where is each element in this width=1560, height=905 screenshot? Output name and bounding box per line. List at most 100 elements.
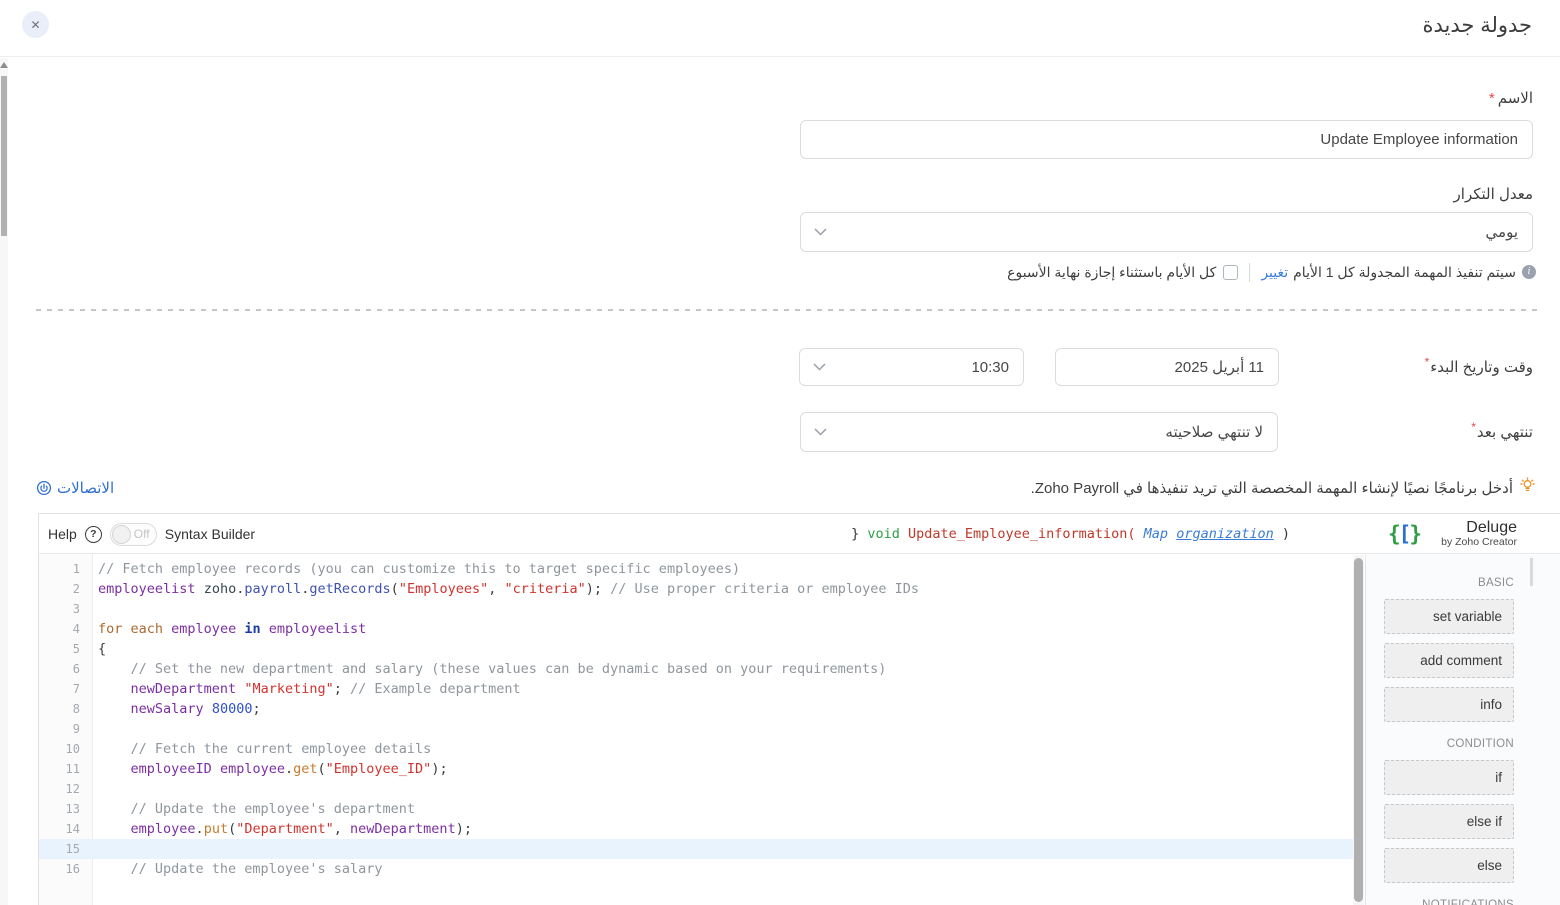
page-scrollbar-thumb[interactable]: [1, 76, 7, 236]
page-scrollbar[interactable]: [0, 58, 8, 905]
palette-button-info[interactable]: info: [1384, 687, 1514, 722]
repeat-info-row: سيتم تنفيذ المهمة المجدولة كل 1 الأيام ت…: [1007, 261, 1536, 283]
required-asterisk: *: [1425, 355, 1430, 369]
required-asterisk: *: [1471, 420, 1476, 434]
code-lines[interactable]: 1// Fetch employee records (you can cust…: [39, 559, 1353, 879]
code-line[interactable]: 14 employee.put("Department", newDepartm…: [39, 819, 1353, 839]
syntax-builder-label: Syntax Builder: [165, 526, 255, 542]
line-number: 7: [39, 679, 93, 699]
code-line[interactable]: 16 // Update the employee's salary: [39, 859, 1353, 879]
line-number: 5: [39, 639, 93, 659]
start-time-select[interactable]: 10:30: [799, 348, 1024, 386]
palette-button-add-comment[interactable]: add comment: [1384, 643, 1514, 678]
toggle-state-label: Off: [134, 527, 150, 541]
palette-sections: BASICset variableadd commentinfoCONDITIO…: [1384, 577, 1514, 905]
name-label: الاسم*: [1489, 89, 1533, 107]
code-line[interactable]: 9: [39, 719, 1353, 739]
deluge-editor-panel: Help Off Syntax Builder } void Update_Em…: [38, 513, 1560, 905]
connections-link[interactable]: الاتصالات: [36, 479, 114, 497]
page-title: جدولة جديدة: [1422, 13, 1532, 38]
palette-button-if[interactable]: if: [1384, 760, 1514, 795]
script-hint-text: أدخل برنامجًا نصيًا لإنشاء المهمة المخصص…: [1031, 479, 1513, 497]
section-divider: [36, 309, 1543, 311]
signature-param-link[interactable]: organization: [1176, 526, 1274, 542]
chevron-down-icon: [814, 228, 827, 236]
exclude-weekend-label: كل الأيام باستثناء إجازة نهاية الأسبوع: [1007, 264, 1216, 281]
line-number: 6: [39, 659, 93, 679]
help-label: Help: [48, 526, 77, 542]
scroll-up-arrow-icon[interactable]: [0, 62, 8, 68]
code-line[interactable]: 3: [39, 599, 1353, 619]
required-asterisk: *: [1489, 90, 1495, 107]
connections-label: الاتصالات: [57, 479, 114, 497]
line-number: 10: [39, 739, 93, 759]
help-question-icon[interactable]: [85, 526, 102, 543]
vertical-divider: [1249, 263, 1250, 282]
brand-byline: by Zoho Creator: [1441, 536, 1517, 548]
ends-select[interactable]: لا تنتهي صلاحيته: [800, 412, 1278, 452]
brand-name: Deluge: [1441, 519, 1517, 536]
code-line[interactable]: 4for each employee in employeelist: [39, 619, 1353, 639]
code-line[interactable]: 6 // Set the new department and salary (…: [39, 659, 1353, 679]
palette-button-set-variable[interactable]: set variable: [1384, 599, 1514, 634]
line-number: 4: [39, 619, 93, 639]
code-line[interactable]: 5{: [39, 639, 1353, 659]
exclude-weekend-checkbox[interactable]: [1223, 265, 1238, 280]
ends-value: لا تنتهي صلاحيته: [1165, 423, 1277, 441]
line-number: 15: [39, 839, 93, 859]
line-number: 2: [39, 579, 93, 599]
line-number: 16: [39, 859, 93, 879]
change-link[interactable]: تغيير: [1261, 264, 1288, 281]
new-schedule-dialog: جدولة جديدة الاسم* Update Employee infor…: [0, 0, 1560, 905]
chevron-down-icon: [813, 363, 826, 371]
start-label: وقت وتاريخ البدء*: [1425, 355, 1533, 376]
editor-header: Help Off Syntax Builder } void Update_Em…: [39, 514, 1560, 554]
ends-label: تنتهي بعد*: [1471, 420, 1533, 441]
name-input[interactable]: Update Employee information: [800, 120, 1533, 159]
script-hint-row: أدخل برنامجًا نصيًا لإنشاء المهمة المخصص…: [1031, 477, 1536, 498]
palette-section-title: BASIC: [1384, 577, 1514, 589]
repeat-info-text: سيتم تنفيذ المهمة المجدولة كل 1 الأيام: [1293, 264, 1516, 281]
code-line[interactable]: 1// Fetch employee records (you can cust…: [39, 559, 1353, 579]
code-line[interactable]: 7 newDepartment "Marketing"; // Example …: [39, 679, 1353, 699]
code-line[interactable]: 15: [39, 839, 1353, 859]
editor-body: 1// Fetch employee records (you can cust…: [39, 555, 1560, 905]
repeat-label: معدل التكرار: [1454, 185, 1533, 203]
editor-scrollbar[interactable]: [1353, 555, 1364, 905]
syntax-palette: BASICset variableadd commentinfoCONDITIO…: [1365, 555, 1560, 905]
deluge-brand: Deluge by Zoho Creator: [1441, 519, 1517, 548]
start-date-input[interactable]: 11 أبريل 2025: [1055, 348, 1279, 386]
code-line[interactable]: 13 // Update the employee's department: [39, 799, 1353, 819]
code-line[interactable]: 11 employeeID employee.get("Employee_ID"…: [39, 759, 1353, 779]
name-value: Update Employee information: [1320, 131, 1532, 148]
help-toggle[interactable]: Off: [110, 523, 157, 546]
lightbulb-icon: [1519, 477, 1536, 498]
repeat-select[interactable]: يومي: [800, 212, 1533, 252]
code-line[interactable]: 10 // Fetch the current employee details: [39, 739, 1353, 759]
line-number: 8: [39, 699, 93, 719]
code-line[interactable]: 8 newSalary 80000;: [39, 699, 1353, 719]
repeat-value: يومي: [1486, 223, 1532, 241]
code-line[interactable]: 2employeelist zoho.payroll.getRecords("E…: [39, 579, 1353, 599]
line-number: 14: [39, 819, 93, 839]
toggle-knob: [112, 525, 131, 544]
line-number: 1: [39, 559, 93, 579]
palette-button-else-if[interactable]: else if: [1384, 804, 1514, 839]
function-signature: } void Update_Employee_information( Map …: [851, 514, 1290, 554]
line-number: 3: [39, 599, 93, 619]
editor-scrollbar-thumb[interactable]: [1354, 558, 1363, 902]
chevron-down-icon: [814, 428, 827, 436]
line-number: 9: [39, 719, 93, 739]
start-date-value: 11 أبريل 2025: [1175, 358, 1278, 376]
start-time-value: 10:30: [971, 359, 1023, 376]
code-line[interactable]: 12: [39, 779, 1353, 799]
close-button[interactable]: [22, 11, 49, 38]
palette-section-title: NOTIFICATIONS: [1384, 899, 1514, 905]
line-number: 12: [39, 779, 93, 799]
deluge-logo-icon: [1388, 521, 1420, 547]
palette-scrollbar-thumb[interactable]: [1530, 558, 1533, 586]
palette-button-else[interactable]: else: [1384, 848, 1514, 883]
line-number: 13: [39, 799, 93, 819]
dialog-header: جدولة جديدة: [0, 0, 1560, 57]
connections-icon: [36, 480, 52, 496]
